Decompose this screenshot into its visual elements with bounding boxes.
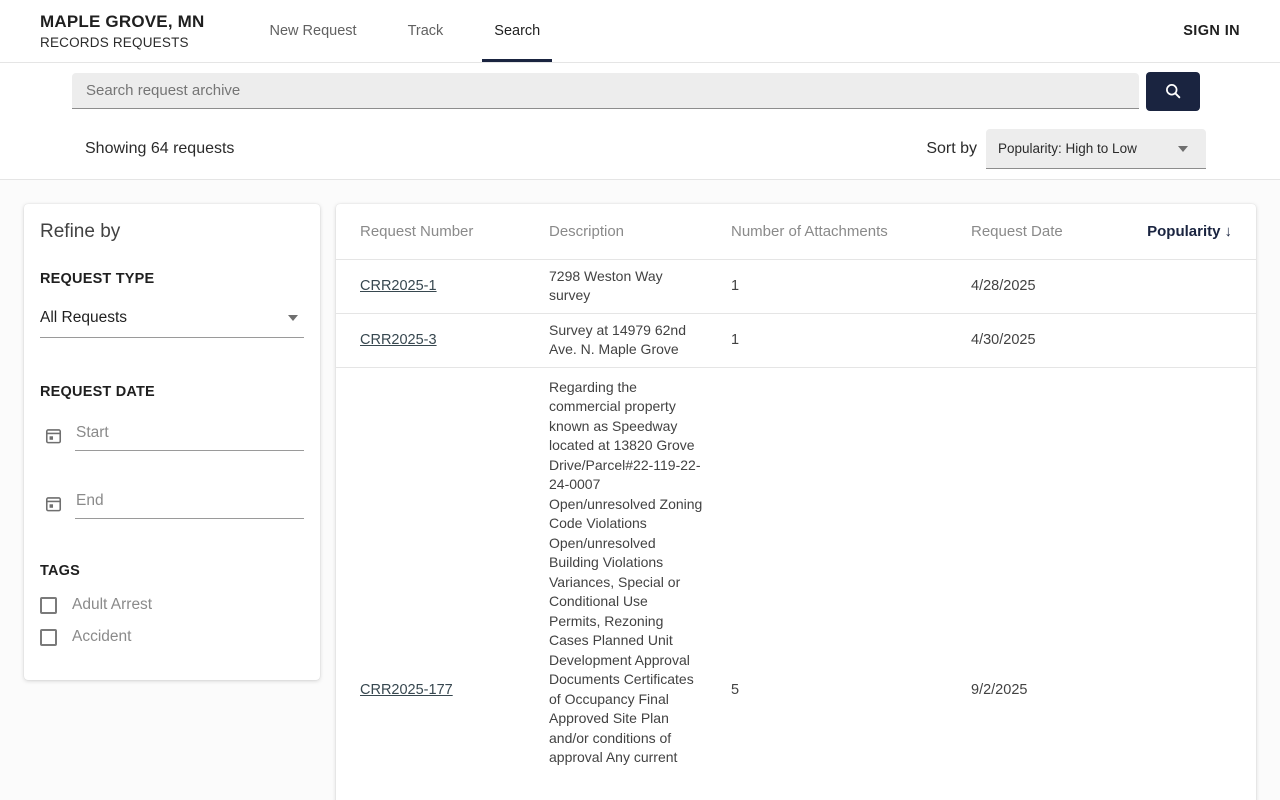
main-nav: New Request Track Search xyxy=(245,0,567,62)
checkbox-adult-arrest[interactable] xyxy=(40,596,57,614)
request-date-cell: 4/28/2025 xyxy=(971,278,1036,294)
popularity-cell xyxy=(1137,259,1256,313)
chevron-down-icon xyxy=(1178,146,1188,152)
request-date-cell: 4/30/2025 xyxy=(971,332,1036,348)
description-cell: Survey at 14979 62nd Ave. N. Maple Grove xyxy=(549,321,686,358)
search-button[interactable] xyxy=(1146,71,1200,111)
results-table: Request Number Description Number of Att… xyxy=(336,204,1256,800)
end-date-input[interactable] xyxy=(75,492,304,519)
site-logo[interactable]: MAPLE GROVE, MN RECORDS REQUESTS xyxy=(40,12,205,50)
portal-subtitle: RECORDS REQUESTS xyxy=(40,35,189,50)
results-count: Showing 64 requests xyxy=(85,140,235,157)
start-date-row xyxy=(40,424,304,451)
refine-title: Refine by xyxy=(40,221,121,242)
request-number-cell: CRR2025-177 xyxy=(336,367,549,800)
request-number-link[interactable]: CRR2025-177 xyxy=(360,682,453,698)
request-number-cell: CRR2025-1 xyxy=(336,259,549,313)
column-header-popularity[interactable]: Popularity ↓ xyxy=(1137,204,1256,259)
tag-option-label: Adult Arrest xyxy=(72,596,153,613)
request-number-link[interactable]: CRR2025-1 xyxy=(360,278,437,294)
column-header-request-date[interactable]: Request Date xyxy=(971,204,1137,259)
sort-by-label: Sort by xyxy=(926,140,977,157)
results-bar: Showing 64 requests Sort by Popularity: … xyxy=(0,119,1280,180)
tags-label: TAGS xyxy=(40,563,81,579)
start-date-input[interactable] xyxy=(75,424,304,451)
tag-option-label: Accident xyxy=(72,628,132,645)
column-header-request-number[interactable]: Request Number xyxy=(336,204,549,259)
table-row: CRR2025-177 Regarding the commercial pro… xyxy=(336,367,1256,800)
popularity-cell xyxy=(1137,367,1256,800)
search-section xyxy=(0,63,1280,119)
tag-option-accident[interactable]: Accident xyxy=(40,628,304,646)
checkbox-accident[interactable] xyxy=(40,628,57,646)
request-type-select[interactable]: All Requests xyxy=(40,307,304,338)
attachments-cell: 1 xyxy=(731,332,740,348)
sort-descending-icon: ↓ xyxy=(1224,222,1233,240)
request-date-cell: 9/2/2025 xyxy=(971,682,1028,698)
tag-option-adult-arrest[interactable]: Adult Arrest xyxy=(40,596,304,614)
results-table-card: Request Number Description Number of Att… xyxy=(336,204,1256,800)
request-date-label: REQUEST DATE xyxy=(40,384,155,400)
sort-dropdown-value: Popularity: High to Low xyxy=(998,141,1137,156)
attachments-cell: 5 xyxy=(731,682,740,698)
end-date-row xyxy=(40,492,304,519)
search-icon xyxy=(1163,81,1183,101)
search-input[interactable] xyxy=(72,73,1139,109)
request-type-label: REQUEST TYPE xyxy=(40,271,155,287)
chevron-down-icon xyxy=(288,315,298,321)
nav-new-request[interactable]: New Request xyxy=(258,0,369,62)
calendar-icon xyxy=(44,494,63,513)
refine-sidebar: Refine by REQUEST TYPE All Requests REQU… xyxy=(24,204,320,680)
table-row: CRR2025-3 Survey at 14979 62nd Ave. N. M… xyxy=(336,313,1256,367)
sort-dropdown[interactable]: Popularity: High to Low xyxy=(986,129,1206,169)
attachments-cell: 1 xyxy=(731,278,740,294)
table-row: CRR2025-1 7298 Weston Way survey 1 4/28/… xyxy=(336,259,1256,313)
request-number-link[interactable]: CRR2025-3 xyxy=(360,332,437,348)
popularity-header-label: Popularity xyxy=(1147,222,1221,240)
request-number-cell: CRR2025-3 xyxy=(336,313,549,367)
request-type-value: All Requests xyxy=(40,309,128,326)
popularity-cell xyxy=(1137,313,1256,367)
main-content: Refine by REQUEST TYPE All Requests REQU… xyxy=(0,180,1280,800)
app-header: MAPLE GROVE, MN RECORDS REQUESTS New Req… xyxy=(0,0,1280,63)
description-cell: Regarding the commercial property known … xyxy=(549,378,703,766)
column-header-attachments[interactable]: Number of Attachments xyxy=(731,204,971,259)
table-body: CRR2025-1 7298 Weston Way survey 1 4/28/… xyxy=(336,259,1256,800)
description-cell: 7298 Weston Way survey xyxy=(549,267,663,304)
table-header-row: Request Number Description Number of Att… xyxy=(336,204,1256,259)
nav-track[interactable]: Track xyxy=(396,0,456,62)
nav-search[interactable]: Search xyxy=(482,0,553,62)
sign-in-button[interactable]: SIGN IN xyxy=(1183,23,1240,39)
calendar-icon xyxy=(44,426,63,445)
city-name: MAPLE GROVE, MN xyxy=(40,12,205,31)
column-header-description[interactable]: Description xyxy=(549,204,731,259)
